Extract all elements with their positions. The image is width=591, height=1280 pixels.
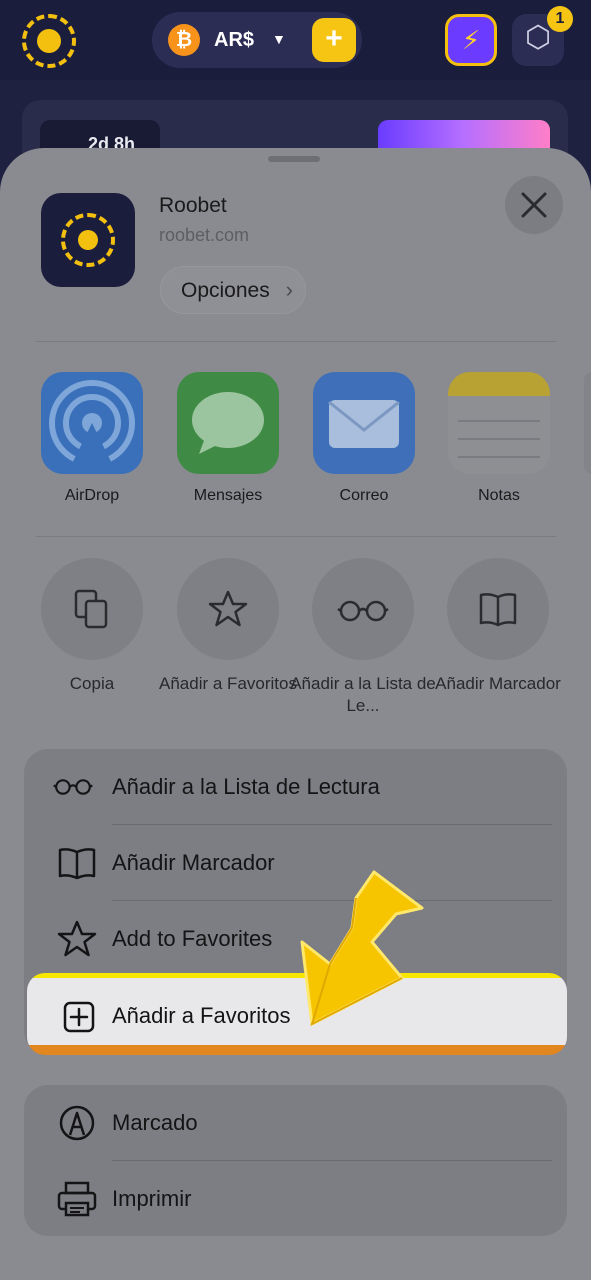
site-url: roobet.com xyxy=(159,225,250,245)
notes-icon[interactable] xyxy=(448,372,550,474)
site-name: Roobet xyxy=(159,194,227,217)
add-bookmark-button[interactable] xyxy=(447,558,549,660)
close-icon xyxy=(521,192,547,218)
action-label-copy: Copia xyxy=(69,674,115,693)
chevron-right-icon: › xyxy=(285,277,293,302)
chevron-down-icon: ▼ xyxy=(272,31,286,47)
wallet-selector[interactable]: ₿ AR$ ▼ + xyxy=(152,12,362,68)
star-icon xyxy=(57,920,97,957)
yellow-arrow-pointer-icon xyxy=(300,870,424,1026)
app-label-messages: Mensajes xyxy=(193,487,263,504)
glasses-icon xyxy=(53,779,93,795)
copy-button[interactable] xyxy=(41,558,143,660)
bitcoin-icon: ₿ xyxy=(168,24,200,56)
glasses-icon xyxy=(337,600,389,622)
plus-square-icon xyxy=(63,1001,95,1033)
list-item-label: Marcado xyxy=(112,1110,198,1135)
list-item-label: Añadir a la Lista de Lectura xyxy=(112,774,380,799)
list-item-markup[interactable]: Marcado xyxy=(24,1085,567,1161)
list-item-label: Añadir a Favoritos xyxy=(112,1003,291,1028)
markup-icon xyxy=(59,1105,95,1141)
star-icon xyxy=(208,590,248,627)
app-top-bar: ₿ AR$ ▼ + ⚡ ⬡ 1 xyxy=(0,0,591,80)
action-label-reading-list: Añadir a la Lista de Le... xyxy=(290,674,436,715)
options-button[interactable]: Opciones › xyxy=(160,266,306,314)
list-item-reading-list[interactable]: Añadir a la Lista de Lectura xyxy=(24,749,567,825)
more-apps-peek[interactable] xyxy=(584,372,591,474)
add-reading-list-button[interactable] xyxy=(312,558,414,660)
book-icon xyxy=(479,593,517,627)
deposit-button[interactable]: + xyxy=(312,18,356,62)
divider xyxy=(36,341,556,342)
options-label: Opciones xyxy=(181,279,270,302)
divider xyxy=(36,536,556,537)
action-list-group-2: Marcado Imprimir xyxy=(24,1085,567,1236)
share-sheet: Roobet roobet.com Opciones › AirDrop Men… xyxy=(0,148,591,1280)
action-label-bookmark: Añadir Marcador xyxy=(435,674,561,693)
sheet-grabber[interactable] xyxy=(268,156,320,162)
list-item-label: Imprimir xyxy=(112,1186,192,1211)
printer-icon xyxy=(57,1181,97,1217)
app-label-airdrop: AirDrop xyxy=(64,487,120,504)
add-favorites-button[interactable] xyxy=(177,558,279,660)
mail-icon[interactable] xyxy=(313,372,415,474)
app-label-notes: Notas xyxy=(478,487,520,504)
airdrop-icon[interactable] xyxy=(41,372,143,474)
book-icon xyxy=(58,848,96,880)
messages-icon[interactable] xyxy=(177,372,279,474)
action-label-favorites: Añadir a Favoritos xyxy=(159,674,297,693)
roobet-logo-icon[interactable] xyxy=(22,14,76,68)
roobet-app-icon xyxy=(41,193,135,287)
lightning-icon[interactable]: ⚡ xyxy=(445,14,497,66)
list-item-label: Add to Favorites xyxy=(112,926,273,951)
list-item-label: Añadir Marcador xyxy=(112,850,275,875)
list-item-print[interactable]: Imprimir xyxy=(24,1161,567,1237)
notification-badge: 1 xyxy=(547,6,573,32)
copy-icon xyxy=(74,589,108,629)
currency-label: AR$ xyxy=(214,29,255,51)
app-label-mail: Correo xyxy=(339,487,389,504)
close-button[interactable] xyxy=(505,176,563,234)
